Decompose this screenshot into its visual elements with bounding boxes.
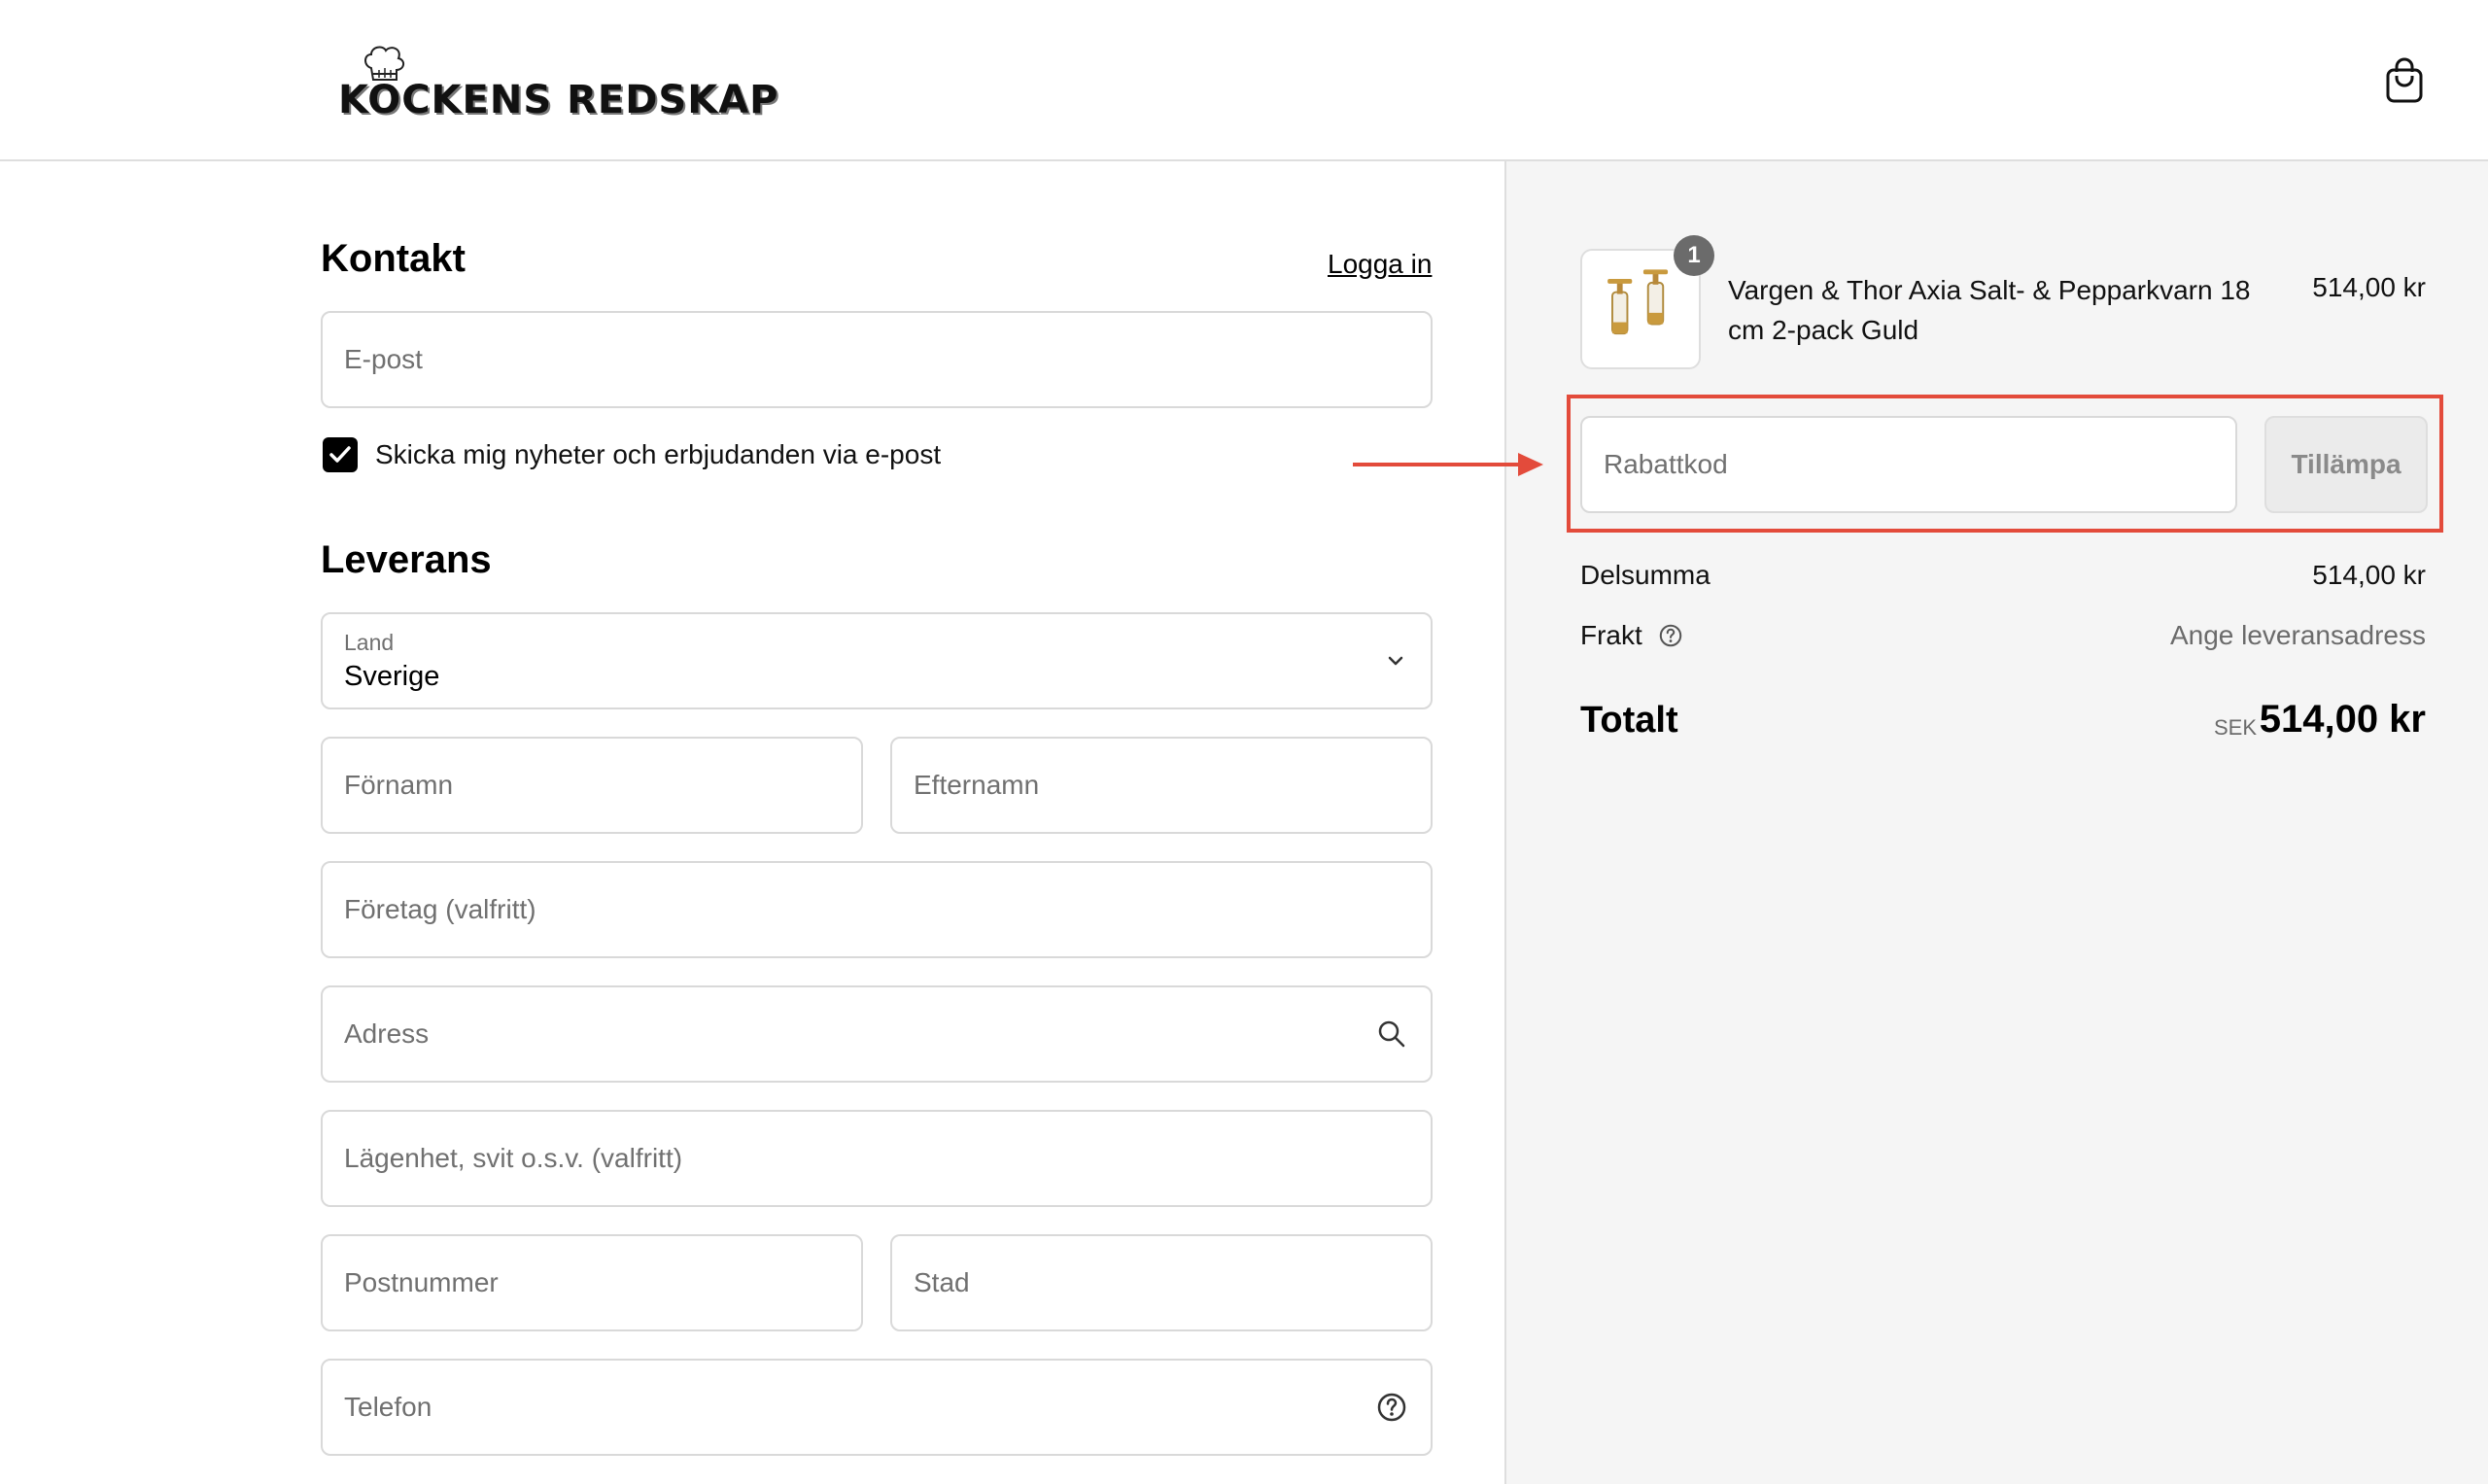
total-currency: SEK	[2213, 715, 2257, 740]
product-price: 514,00 kr	[2312, 272, 2426, 302]
shipping-label: Frakt	[1580, 620, 1683, 651]
postal-code-placeholder: Postnummer	[344, 1267, 499, 1297]
subtotal-label: Delsumma	[1580, 560, 1710, 590]
company-placeholder: Företag (valfritt)	[344, 894, 536, 924]
address-placeholder: Adress	[344, 1018, 430, 1049]
total-label: Totalt	[1580, 700, 1678, 741]
last-name-field[interactable]: Efternamn	[890, 737, 1433, 834]
site-header: KOCKENS REDSKAP	[0, 0, 2488, 161]
company-field[interactable]: Företag (valfritt)	[321, 861, 1433, 958]
login-link[interactable]: Logga in	[1328, 249, 1432, 280]
apartment-placeholder: Lägenhet, svit o.s.v. (valfritt)	[344, 1143, 683, 1173]
address-field[interactable]: Adress	[321, 985, 1433, 1083]
checkmark-icon	[329, 446, 351, 463]
shipping-label-text: Frakt	[1580, 620, 1642, 650]
phone-field[interactable]: Telefon	[321, 1359, 1433, 1456]
product-name: Vargen & Thor Axia Salt- & Pepparkvarn 1…	[1728, 275, 2251, 345]
newsletter-checkbox[interactable]	[323, 437, 358, 472]
city-field[interactable]: Stad	[890, 1234, 1433, 1331]
chevron-down-icon	[1388, 656, 1403, 666]
arrow-right-icon	[1353, 453, 1543, 476]
discount-code-input[interactable]: Rabattkod	[1580, 416, 2237, 513]
subtotal-value: 514,00 kr	[2312, 560, 2426, 590]
shopping-bag-icon[interactable]	[2383, 56, 2426, 105]
last-name-placeholder: Efternamn	[914, 770, 1040, 800]
help-icon[interactable]	[1658, 623, 1683, 648]
first-name-placeholder: Förnamn	[344, 770, 454, 800]
total-value: 514,00 kr	[2259, 698, 2426, 741]
quantity-badge: 1	[1674, 235, 1714, 276]
help-icon[interactable]	[1376, 1392, 1407, 1423]
country-select[interactable]: Land Sverige	[321, 612, 1433, 709]
brand-name: KOCKENS REDSKAP	[338, 78, 779, 122]
newsletter-label: Skicka mig nyheter och erbjudanden via e…	[375, 439, 942, 469]
phone-placeholder: Telefon	[344, 1392, 432, 1422]
email-field[interactable]: E-post	[321, 311, 1433, 408]
contact-title: Kontakt	[321, 237, 466, 280]
brand-logo[interactable]: KOCKENS REDSKAP	[336, 43, 778, 130]
email-placeholder: E-post	[344, 344, 423, 374]
apply-discount-button[interactable]: Tillämpa	[2264, 416, 2428, 513]
first-name-field[interactable]: Förnamn	[321, 737, 863, 834]
city-placeholder: Stad	[914, 1267, 970, 1297]
delivery-title: Leverans	[321, 538, 492, 581]
apartment-field[interactable]: Lägenhet, svit o.s.v. (valfritt)	[321, 1110, 1433, 1207]
country-value: Sverige	[344, 661, 440, 692]
search-icon	[1378, 1020, 1405, 1048]
discount-code-placeholder: Rabattkod	[1604, 449, 1728, 479]
shipping-value: Ange leveransadress	[2169, 620, 2426, 650]
postal-code-field[interactable]: Postnummer	[321, 1234, 863, 1331]
country-label: Land	[344, 630, 395, 655]
